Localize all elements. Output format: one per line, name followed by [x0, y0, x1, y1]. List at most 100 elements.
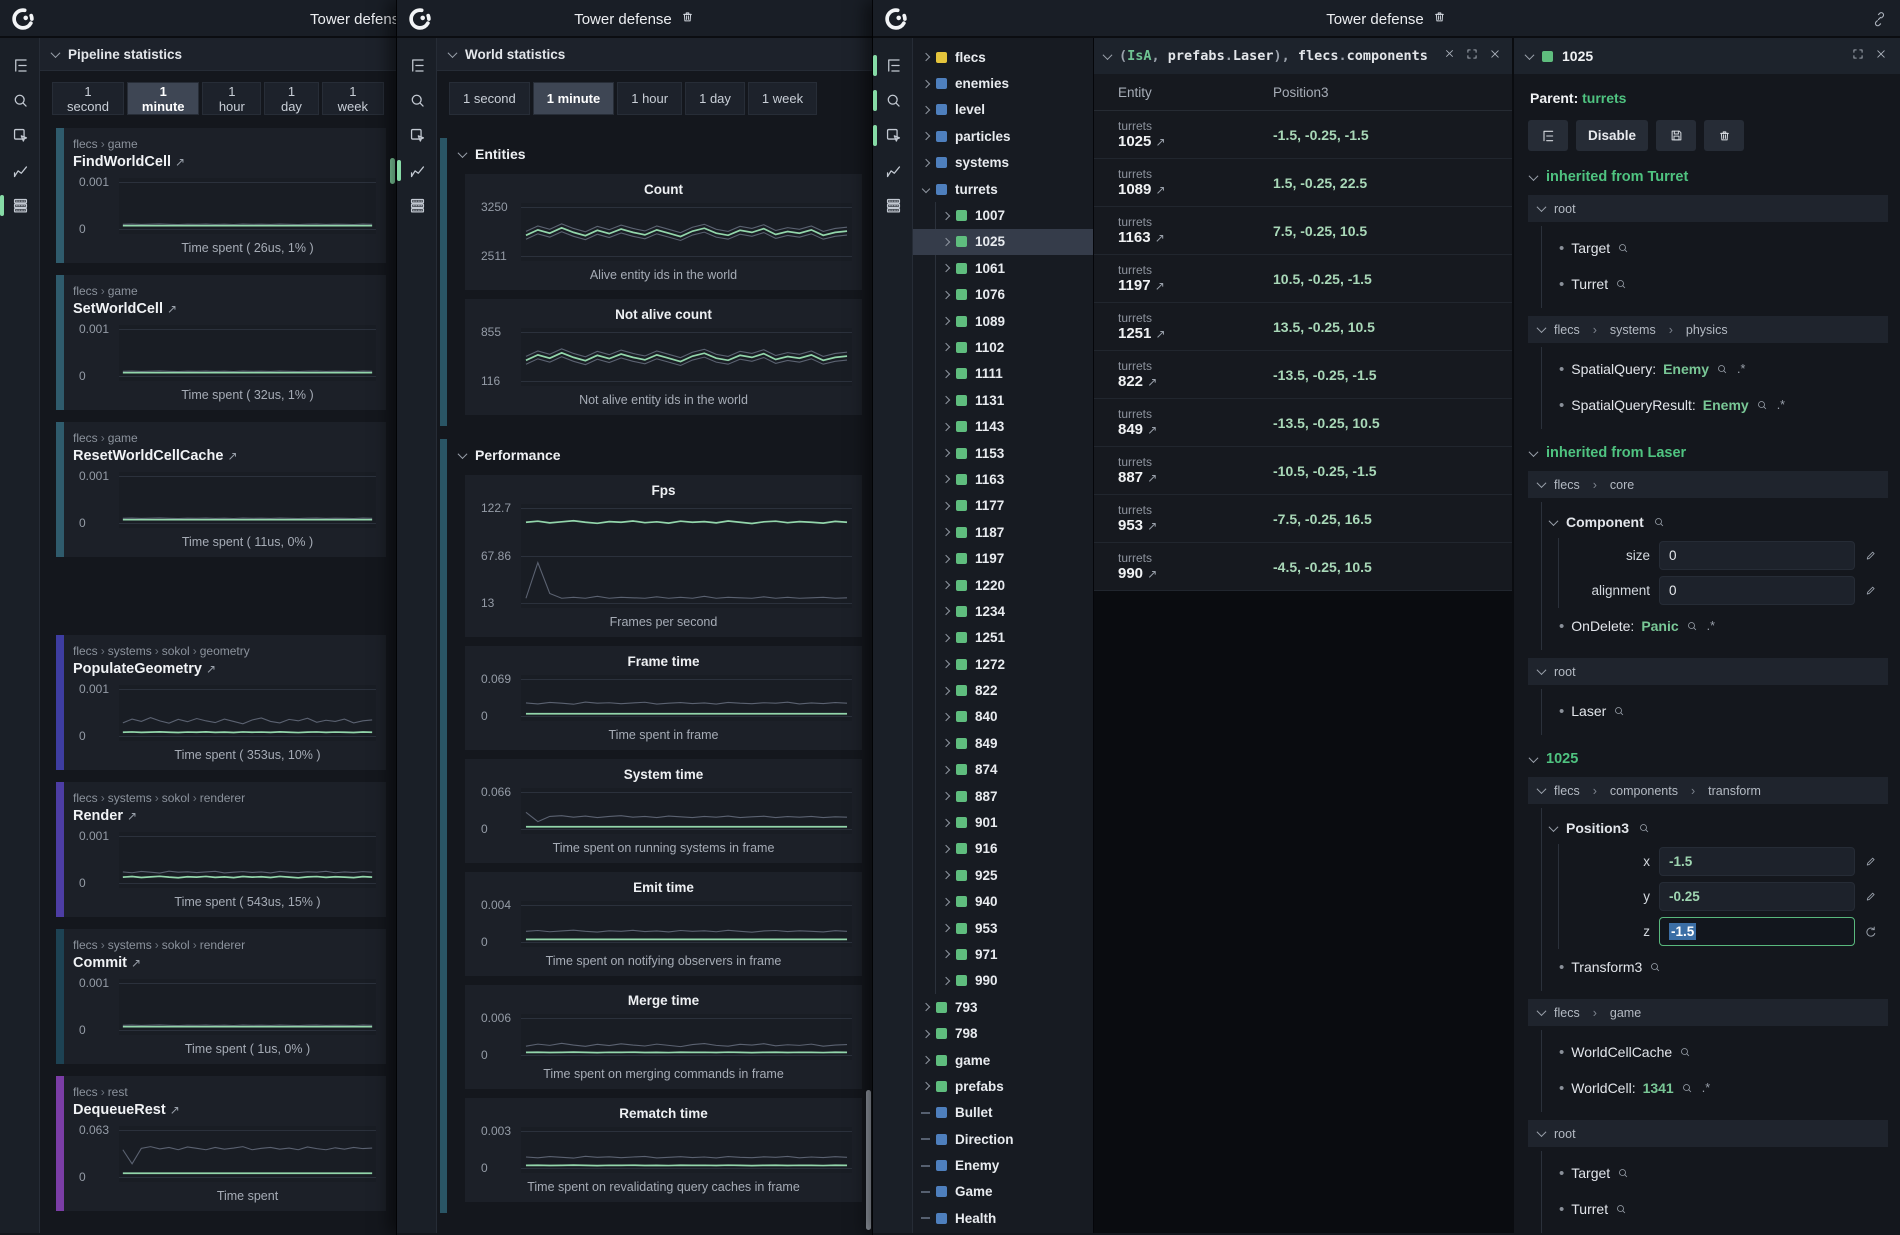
- tree-item-840[interactable]: 840: [913, 704, 1093, 730]
- time-button-1-minute[interactable]: 1 minute: [533, 82, 614, 115]
- inherit-group-title[interactable]: 1025: [1530, 751, 1888, 767]
- close-icon[interactable]: [1874, 47, 1888, 66]
- expand-arrow-icon[interactable]: [922, 132, 930, 140]
- tree-item-1163[interactable]: 1163: [913, 466, 1093, 492]
- table-row[interactable]: turrets1089 ↗1.5, -0.25, 22.5: [1094, 159, 1512, 207]
- expand-arrow-icon[interactable]: [942, 317, 950, 325]
- tree-item-916[interactable]: 916: [913, 836, 1093, 862]
- tree-item-901[interactable]: 901: [913, 809, 1093, 835]
- tree-item-particles[interactable]: particles: [913, 123, 1093, 149]
- expand-arrow-icon[interactable]: [922, 79, 930, 87]
- field-input-y[interactable]: -0.25: [1659, 882, 1855, 911]
- scrollbar-thumb[interactable]: [390, 158, 395, 184]
- component-scope-header[interactable]: flecs›core: [1528, 471, 1888, 498]
- tree-item-1143[interactable]: 1143: [913, 413, 1093, 439]
- rail-tool-statistics[interactable]: [397, 188, 437, 223]
- search-icon[interactable]: [1649, 961, 1661, 973]
- expand-arrow-icon[interactable]: [942, 924, 950, 932]
- table-row[interactable]: turrets822 ↗-13.5, -0.25, -1.5: [1094, 351, 1512, 399]
- component-value-link[interactable]: Enemy: [1703, 397, 1749, 413]
- tree-item-1220[interactable]: 1220: [913, 572, 1093, 598]
- entity-id-link[interactable]: 990 ↗: [1118, 565, 1273, 583]
- tree-item-953[interactable]: 953: [913, 915, 1093, 941]
- tree-item-systems[interactable]: systems: [913, 150, 1093, 176]
- tree-item-Health[interactable]: Health: [913, 1205, 1093, 1231]
- inherit-group-title[interactable]: inherited from Turret: [1530, 169, 1888, 185]
- component-scope-header[interactable]: root: [1528, 195, 1888, 222]
- entity-id-link[interactable]: 1025 ↗: [1118, 133, 1273, 151]
- search-icon[interactable]: [1681, 1082, 1693, 1094]
- expand-arrow-icon[interactable]: [942, 370, 950, 378]
- tree-item-822[interactable]: 822: [913, 677, 1093, 703]
- edit-pencil-icon[interactable]: [1864, 584, 1877, 597]
- search-icon[interactable]: [1613, 705, 1625, 717]
- section-header[interactable]: Performance: [459, 447, 862, 463]
- expand-arrow-icon[interactable]: [942, 871, 950, 879]
- entity-id-link[interactable]: 1163 ↗: [1118, 229, 1273, 247]
- edit-pencil-icon[interactable]: [1864, 855, 1877, 868]
- expand-arrow-icon[interactable]: [942, 660, 950, 668]
- tree-item-1111[interactable]: 1111: [913, 361, 1093, 387]
- entity-id-link[interactable]: 887 ↗: [1118, 469, 1273, 487]
- search-icon[interactable]: [1615, 1203, 1627, 1215]
- expand-arrow-icon[interactable]: [942, 422, 950, 430]
- rail-tool-search[interactable]: [873, 83, 913, 118]
- tree-item-1025[interactable]: 1025: [913, 229, 1093, 255]
- search-icon[interactable]: [1617, 242, 1629, 254]
- rail-tool-entity-tree[interactable]: [873, 48, 913, 83]
- tree-item-940[interactable]: 940: [913, 889, 1093, 915]
- time-button-1-second[interactable]: 1 second: [52, 82, 124, 115]
- expand-arrow-icon[interactable]: [922, 1082, 930, 1090]
- expand-arrow-icon[interactable]: [942, 528, 950, 536]
- rail-tool-inspector[interactable]: [0, 118, 40, 153]
- query-expression[interactable]: (IsA, prefabs.Laser), flecs.components: [1119, 48, 1435, 64]
- entity-cell[interactable]: turrets1025 ↗: [1118, 119, 1273, 151]
- expand-arrow-icon[interactable]: [942, 686, 950, 694]
- time-button-1-hour[interactable]: 1 hour: [202, 82, 261, 115]
- tree-item-793[interactable]: 793: [913, 994, 1093, 1020]
- link-icon[interactable]: [1871, 10, 1888, 32]
- field-input-x[interactable]: -1.5: [1659, 847, 1855, 876]
- tree-item-game[interactable]: game: [913, 1047, 1093, 1073]
- tree-item-prefabs[interactable]: prefabs: [913, 1073, 1093, 1099]
- parent-value-link[interactable]: turrets: [1582, 90, 1626, 106]
- expand-arrow-icon[interactable]: [922, 106, 930, 114]
- entity-id-link[interactable]: 849 ↗: [1118, 421, 1273, 439]
- component-scope-header[interactable]: flecs›game: [1528, 999, 1888, 1026]
- expand-arrow-icon[interactable]: [922, 1003, 930, 1011]
- expand-arrow-icon[interactable]: [942, 607, 950, 615]
- rail-tool-entity-tree[interactable]: [0, 48, 40, 83]
- collapse-arrow-icon[interactable]: [922, 185, 930, 193]
- tree-item-1131[interactable]: 1131: [913, 387, 1093, 413]
- component-scope-header[interactable]: flecs›components›transform: [1528, 777, 1888, 804]
- search-icon[interactable]: [1716, 363, 1728, 375]
- trash-icon[interactable]: [1432, 9, 1447, 29]
- tree-item-1153[interactable]: 1153: [913, 440, 1093, 466]
- system-title-link[interactable]: ResetWorldCellCache ↗: [73, 448, 376, 464]
- search-icon[interactable]: [1617, 1167, 1629, 1179]
- entity-cell[interactable]: turrets887 ↗: [1118, 455, 1273, 487]
- search-icon[interactable]: [1686, 620, 1698, 632]
- expand-arrow-icon[interactable]: [942, 977, 950, 985]
- component-value-link[interactable]: Enemy: [1663, 361, 1709, 377]
- undo-icon[interactable]: [1864, 925, 1878, 939]
- system-title-link[interactable]: Render ↗: [73, 808, 376, 824]
- expand-arrow-icon[interactable]: [942, 238, 950, 246]
- search-icon[interactable]: [1638, 822, 1650, 834]
- time-button-1-hour[interactable]: 1 hour: [617, 82, 682, 115]
- tree-item-971[interactable]: 971: [913, 941, 1093, 967]
- system-title-link[interactable]: FindWorldCell ↗: [73, 154, 376, 170]
- time-button-1-day[interactable]: 1 day: [685, 82, 745, 115]
- entity-cell[interactable]: turrets822 ↗: [1118, 359, 1273, 391]
- rail-tool-charts[interactable]: [397, 153, 437, 188]
- table-row[interactable]: turrets1197 ↗10.5, -0.25, -1.5: [1094, 255, 1512, 303]
- expand-arrow-icon[interactable]: [942, 211, 950, 219]
- scrollbar-thumb[interactable]: [866, 1090, 871, 1230]
- delete-button[interactable]: [1704, 120, 1744, 151]
- system-title-link[interactable]: PopulateGeometry ↗: [73, 661, 376, 677]
- tree-item-turrets[interactable]: turrets: [913, 176, 1093, 202]
- rail-tool-inspector[interactable]: [873, 118, 913, 153]
- time-button-1-second[interactable]: 1 second: [449, 82, 530, 115]
- titlebar[interactable]: Tower defense: [397, 0, 872, 38]
- tree-item-Game[interactable]: Game: [913, 1179, 1093, 1205]
